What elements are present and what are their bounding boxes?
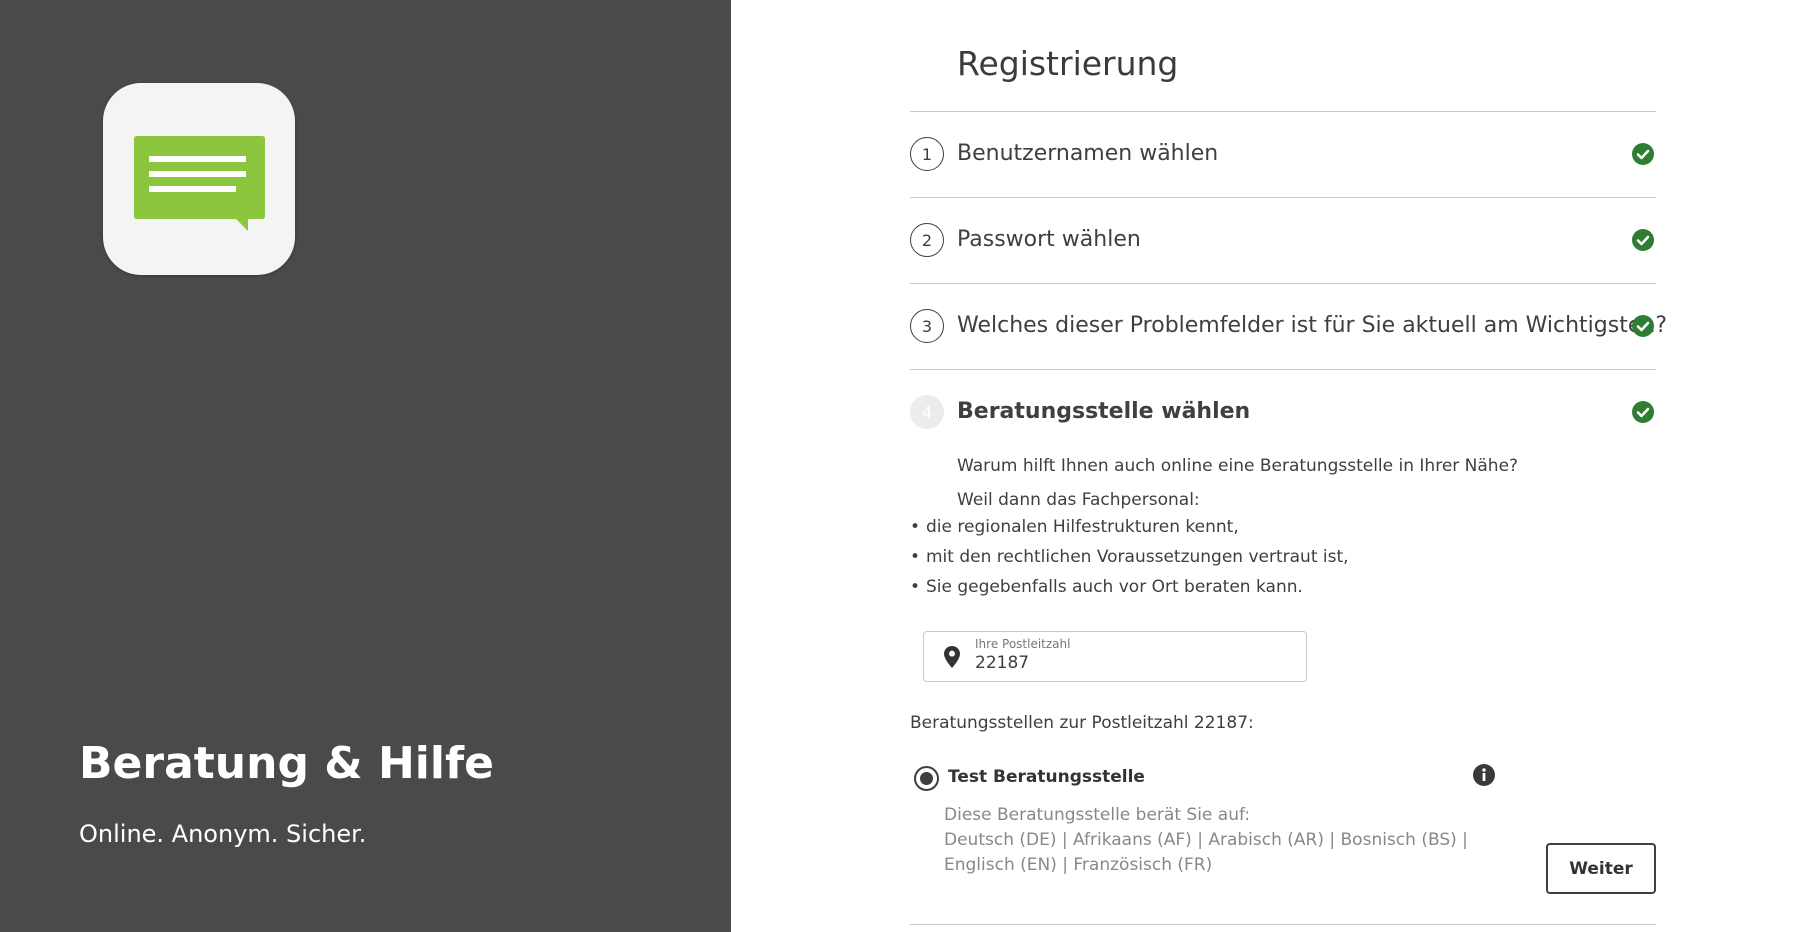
agency-languages: Deutsch (DE) | Afrikaans (AF) | Arabisch… [944,830,1468,850]
step-label: Passwort wählen [957,227,1141,252]
step-problem-area[interactable]: 3 Welches dieser Problemfelder ist für S… [910,309,1667,345]
map-pin-icon [944,646,960,668]
brand-panel: Beratung & Hilfe Online. Anonym. Sicher. [0,0,731,932]
reason-intro: Weil dann das Fachpersonal: [957,490,1200,510]
results-label: Beratungsstellen zur Postleitzahl 22187: [910,713,1254,733]
check-circle-icon [1632,229,1654,251]
agency-name[interactable]: Test Beratungsstelle [948,767,1145,787]
step-label: Benutzernamen wählen [957,141,1219,166]
step-number: 3 [910,309,944,343]
divider [910,283,1656,284]
app-logo [103,83,295,275]
list-item: die regionalen Hilfestrukturen kennt, [910,517,1239,537]
step-number: 4 [910,395,944,429]
step-label: Beratungsstelle wählen [957,399,1251,424]
step-password[interactable]: 2 Passwort wählen [910,223,1656,259]
step-username[interactable]: 1 Benutzernamen wählen [910,137,1656,173]
agency-radio[interactable] [914,766,939,791]
step-number: 2 [910,223,944,257]
check-circle-icon [1632,143,1654,165]
info-icon[interactable] [1473,764,1495,786]
agency-languages: Englisch (EN) | Französisch (FR) [944,855,1213,875]
check-circle-icon [1632,315,1654,337]
list-item: Sie gegebenfalls auch vor Ort beraten ka… [910,577,1303,597]
step-agency[interactable]: 4 Beratungsstelle wählen [910,395,1656,431]
list-item: mit den rechtlichen Voraussetzungen vert… [910,547,1349,567]
agency-description: Diese Beratungsstelle berät Sie auf: [944,805,1251,825]
step-label: Welches dieser Problemfelder ist für Sie… [957,313,1668,338]
brand-title: Beratung & Hilfe [79,738,494,789]
step-number: 1 [910,137,944,171]
zip-input[interactable] [975,653,1275,673]
zip-label: Ihre Postleitzahl [975,637,1071,651]
divider [910,111,1656,112]
next-button[interactable]: Weiter [1546,843,1656,894]
zip-field[interactable]: Ihre Postleitzahl [923,631,1307,682]
registration-panel: Registrierung 1 Benutzernamen wählen 2 P… [731,0,1820,932]
divider [910,924,1656,925]
brand-tagline: Online. Anonym. Sicher. [79,820,367,848]
check-circle-icon [1632,401,1654,423]
agency-question: Warum hilft Ihnen auch online eine Berat… [957,456,1519,476]
chat-bubble-icon [134,136,265,231]
divider [910,369,1656,370]
page-title: Registrierung [957,44,1179,83]
divider [910,197,1656,198]
